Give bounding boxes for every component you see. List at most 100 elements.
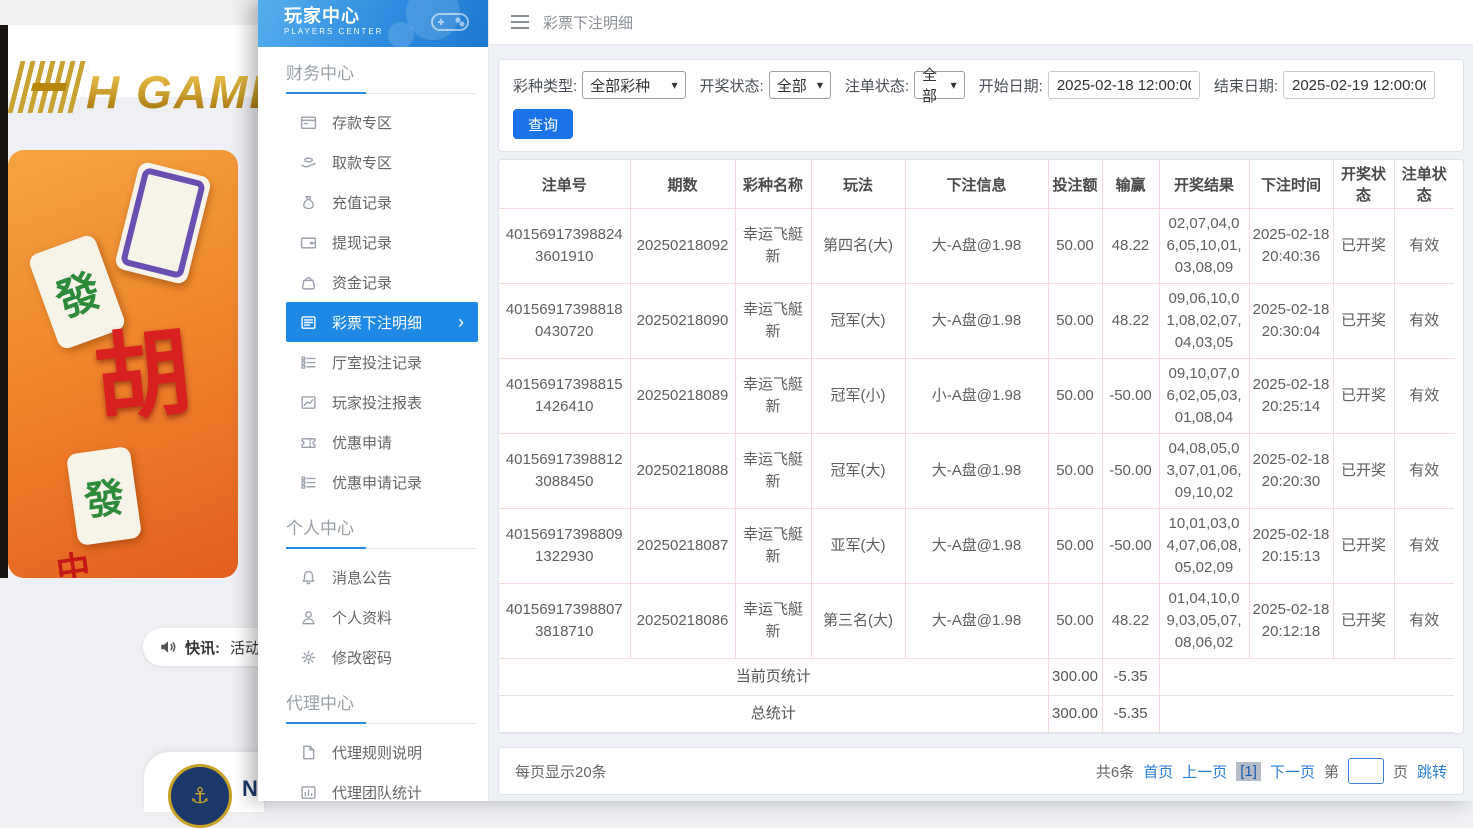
- sidebar-subtitle: PLAYERS CENTER: [284, 27, 488, 36]
- table-cell: 2025-02-18 20:12:18: [1249, 584, 1333, 659]
- table-cell: 2025-02-18 20:30:04: [1249, 284, 1333, 359]
- sidebar-item-withdraw[interactable]: 取款专区: [286, 142, 478, 182]
- table-cell: 大-A盘@1.98: [905, 584, 1048, 659]
- sidebar-item-deposit[interactable]: 存款专区: [286, 102, 478, 142]
- draw-status-select[interactable]: 全部 ▾: [769, 71, 831, 99]
- section-title: 个人中心: [286, 514, 476, 549]
- table-cell: 第三名(大): [811, 584, 905, 659]
- hamburger-menu-icon[interactable]: [511, 15, 529, 29]
- table-cell: 大-A盘@1.98: [905, 509, 1048, 584]
- end-date-input[interactable]: [1283, 71, 1435, 99]
- table-cell: -50.00: [1102, 509, 1159, 584]
- summary-row: 总统计300.00-5.35: [499, 696, 1454, 733]
- summary-empty: [1159, 696, 1454, 733]
- summary-win-loss: -5.35: [1102, 696, 1159, 733]
- sidebar-item-withdraw-record[interactable]: 提现记录: [286, 222, 478, 262]
- table-cell: 有效: [1394, 209, 1454, 284]
- table-cell: 401569173988123088450: [499, 434, 630, 509]
- sidebar-sections: 财务中心存款专区取款专区充值记录提现记录资金记录彩票下注明细›厅室投注记录玩家投…: [258, 59, 488, 801]
- logo-text: H GAME: [86, 72, 282, 113]
- table-cell: 有效: [1394, 284, 1454, 359]
- chevron-down-icon: ▾: [941, 78, 957, 92]
- table-cell: 已开奖: [1333, 434, 1394, 509]
- sidebar-item-label: 充值记录: [332, 192, 392, 213]
- lottery-type-select[interactable]: 全部彩种 ▾: [582, 71, 685, 99]
- chevron-right-icon: ›: [458, 313, 464, 331]
- person-icon: [300, 609, 317, 626]
- prev-page-link[interactable]: 上一页: [1182, 761, 1227, 782]
- jump-button[interactable]: 跳转: [1417, 761, 1447, 782]
- order-status-value: 全部: [922, 64, 941, 106]
- first-page-link[interactable]: 首页: [1143, 761, 1173, 782]
- summary-empty: [1159, 659, 1454, 696]
- table-cell: 401569173988243601910: [499, 209, 630, 284]
- bets-table-card: 注单号期数彩种名称玩法下注信息投注额输赢开奖结果下注时间开奖状态注单状态 401…: [498, 159, 1464, 734]
- report-chart-icon: [300, 394, 317, 411]
- anchor-glyph: ⚓: [190, 783, 210, 809]
- table-cell: 幸运飞艇新: [735, 434, 811, 509]
- jump-suffix: 页: [1393, 761, 1408, 782]
- table-cell: 幸运飞艇新: [735, 209, 811, 284]
- lottery-type-value: 全部彩种: [590, 75, 650, 96]
- checklist-icon: [300, 354, 317, 371]
- document-icon: [300, 744, 317, 761]
- table-cell: 20250218086: [630, 584, 735, 659]
- bets-table: 注单号期数彩种名称玩法下注信息投注额输赢开奖结果下注时间开奖状态注单状态 401…: [499, 160, 1454, 733]
- table-row: 40156917398824360191020250218092幸运飞艇新第四名…: [499, 209, 1454, 284]
- table-cell: 亚军(大): [811, 509, 905, 584]
- mahjong-tile: [114, 161, 212, 286]
- sidebar-item-label: 取款专区: [332, 152, 392, 173]
- stats-icon: [300, 784, 317, 801]
- start-date-input[interactable]: [1048, 71, 1200, 99]
- sidebar-item-label: 消息公告: [332, 567, 392, 588]
- table-cell: 大-A盘@1.98: [905, 284, 1048, 359]
- table-cell: 20250218087: [630, 509, 735, 584]
- draw-status-value: 全部: [777, 75, 807, 96]
- hh-game-logo: H GAME: [14, 61, 282, 113]
- sidebar-header: 玩家中心 PLAYERS CENTER: [258, 0, 488, 47]
- sidebar-item-label: 优惠申请: [332, 432, 392, 453]
- order-status-select[interactable]: 全部 ▾: [914, 71, 965, 99]
- table-cell: 有效: [1394, 584, 1454, 659]
- sidebar-item-fund-record[interactable]: 资金记录: [286, 262, 478, 302]
- sidebar-item-label: 优惠申请记录: [332, 472, 422, 493]
- sidebar-item-label: 彩票下注明细: [332, 312, 422, 333]
- table-row: 40156917398809132293020250218087幸运飞艇新亚军(…: [499, 509, 1454, 584]
- sidebar-item-change-password[interactable]: 修改密码: [286, 637, 478, 677]
- sidebar-item-hall-bet-record[interactable]: 厅室投注记录: [286, 342, 478, 382]
- table-cell: 50.00: [1048, 434, 1102, 509]
- table-cell: 冠军(大): [811, 284, 905, 359]
- sidebar-item-promo-apply-record[interactable]: 优惠申请记录: [286, 462, 478, 502]
- sidebar-item-agent-team-stats[interactable]: 代理团队统计: [286, 772, 478, 801]
- sidebar-item-player-bet-report[interactable]: 玩家投注报表: [286, 382, 478, 422]
- table-cell: 48.22: [1102, 284, 1159, 359]
- table-cell: 02,07,04,06,05,10,01,03,08,09: [1159, 209, 1249, 284]
- table-cell: 大-A盘@1.98: [905, 434, 1048, 509]
- table-cell: 大-A盘@1.98: [905, 209, 1048, 284]
- table-cell: 已开奖: [1333, 209, 1394, 284]
- mahjong-banner: 發 胡 發 中: [8, 150, 238, 578]
- table-cell: 2025-02-18 20:25:14: [1249, 359, 1333, 434]
- player-center-panel: 玩家中心 PLAYERS CENTER 财务中心存款专区取款专区充值记录提现记录…: [258, 0, 1473, 801]
- sidebar-item-promo-apply[interactable]: 优惠申请: [286, 422, 478, 462]
- filter-panel: 彩种类型: 全部彩种 ▾ 开奖状态: 全部 ▾ 注单状态: 全部 ▾: [498, 59, 1464, 152]
- sidebar-item-profile[interactable]: 个人资料: [286, 597, 478, 637]
- hand-money-icon: [300, 154, 317, 171]
- page-jump-input[interactable]: [1348, 758, 1384, 784]
- next-page-link[interactable]: 下一页: [1270, 761, 1315, 782]
- column-header: 玩法: [811, 160, 905, 209]
- summary-label: 总统计: [499, 696, 1048, 733]
- sidebar-item-label: 提现记录: [332, 232, 392, 253]
- sidebar-item-message-notice[interactable]: 消息公告: [286, 557, 478, 597]
- sidebar-item-agent-rules[interactable]: 代理规则说明: [286, 732, 478, 772]
- sidebar-item-lottery-bet-detail[interactable]: 彩票下注明细 ›: [286, 302, 478, 342]
- sidebar-item-recharge-record[interactable]: 充值记录: [286, 182, 478, 222]
- banner-hu-glyph: 胡: [87, 293, 197, 441]
- table-cell: 幸运飞艇新: [735, 359, 811, 434]
- table-cell: 冠军(小): [811, 359, 905, 434]
- table-cell: 401569173988091322930: [499, 509, 630, 584]
- table-cell: 冠军(大): [811, 434, 905, 509]
- column-header: 开奖状态: [1333, 160, 1394, 209]
- query-button[interactable]: 查询: [513, 109, 573, 139]
- table-cell: 04,08,05,03,07,01,06,09,10,02: [1159, 434, 1249, 509]
